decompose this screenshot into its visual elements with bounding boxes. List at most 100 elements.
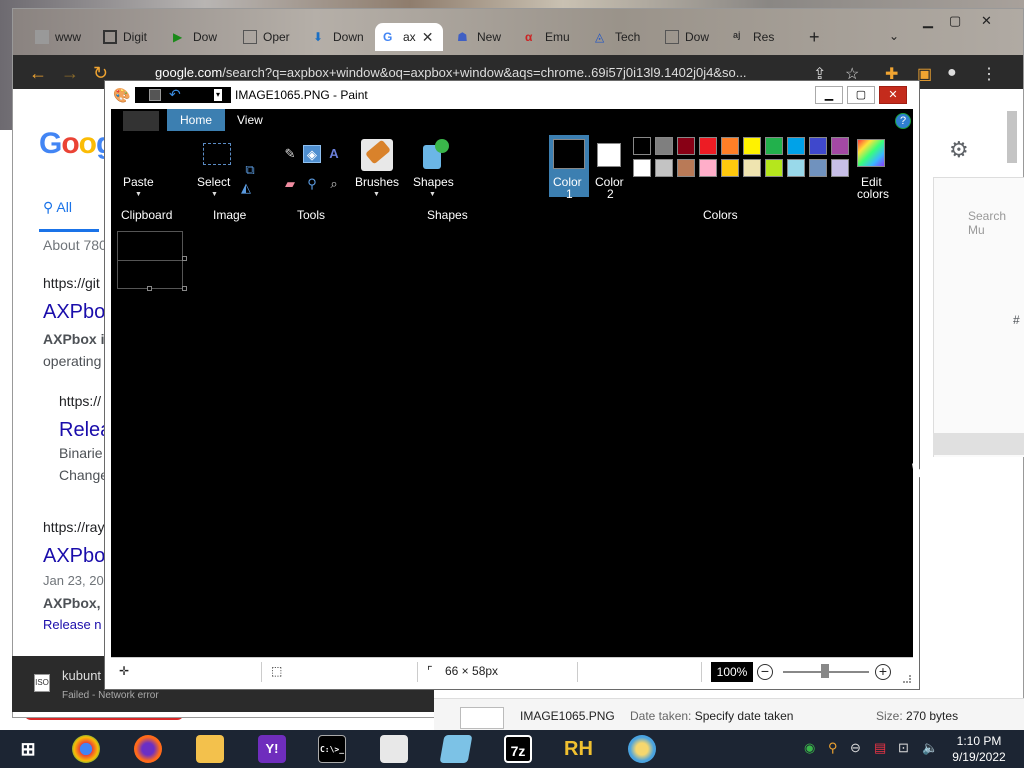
palette-swatch[interactable] bbox=[677, 159, 695, 177]
profile-icon[interactable]: ● bbox=[947, 64, 957, 82]
close-window-icon[interactable]: ✕ bbox=[981, 13, 992, 29]
tab-9[interactable]: ◬ Tech bbox=[587, 23, 648, 51]
palette-swatch[interactable] bbox=[831, 159, 849, 177]
paste-button[interactable]: Paste bbox=[123, 175, 154, 189]
magnifier-icon[interactable]: ⌕ bbox=[325, 175, 343, 193]
resize-handle[interactable] bbox=[182, 256, 187, 261]
shapes-button[interactable]: Shapes bbox=[413, 175, 454, 189]
minus-circle-icon[interactable]: ⊖ bbox=[850, 740, 861, 756]
tab-active[interactable]: Gax ✕ bbox=[375, 23, 443, 51]
tab-1[interactable]: www bbox=[27, 23, 89, 51]
help-icon[interactable]: ? bbox=[895, 113, 911, 129]
file-menu-button[interactable] bbox=[123, 111, 159, 131]
download-filename[interactable]: kubunt bbox=[62, 668, 101, 683]
fill-icon[interactable]: ◈ bbox=[303, 145, 321, 163]
eraser-icon[interactable]: ▰ bbox=[281, 175, 299, 193]
close-button[interactable]: ✕ bbox=[879, 86, 907, 104]
back-icon[interactable]: ← bbox=[29, 63, 47, 84]
minimize-icon[interactable]: ▁ bbox=[923, 13, 933, 29]
close-icon[interactable]: ✕ bbox=[422, 29, 434, 46]
resize-grip[interactable] bbox=[903, 675, 911, 683]
result-title[interactable]: AXPbo bbox=[43, 545, 105, 568]
text-icon[interactable]: A bbox=[325, 145, 343, 163]
brushes-button[interactable]: Brushes bbox=[355, 175, 399, 189]
palette-swatch[interactable] bbox=[743, 159, 761, 177]
palette-swatch[interactable] bbox=[699, 137, 717, 155]
menu-icon[interactable]: ⋮ bbox=[981, 64, 997, 84]
maximize-icon[interactable]: ▢ bbox=[949, 13, 961, 29]
pdf-icon[interactable]: ▤ bbox=[874, 740, 886, 756]
new-tab-icon[interactable]: + bbox=[809, 27, 820, 48]
palette-swatch[interactable] bbox=[677, 137, 695, 155]
palette-swatch[interactable] bbox=[743, 137, 761, 155]
sevenzip-icon[interactable]: 7z bbox=[504, 735, 532, 763]
volume-icon[interactable]: 🔈 bbox=[922, 740, 938, 756]
canvas-area[interactable] bbox=[111, 231, 913, 657]
palette-swatch[interactable] bbox=[787, 159, 805, 177]
cmd-icon[interactable]: C:\>_ bbox=[318, 735, 346, 763]
select-icon[interactable] bbox=[203, 143, 231, 165]
gear-icon[interactable]: ⚙ bbox=[949, 137, 969, 163]
palette-swatch[interactable] bbox=[633, 159, 651, 177]
result-sublink[interactable]: Release n bbox=[43, 617, 102, 632]
windows-start-icon[interactable]: ⊞ bbox=[14, 735, 42, 763]
pencil-icon[interactable]: ✎ bbox=[281, 145, 299, 163]
palette-swatch[interactable] bbox=[809, 137, 827, 155]
customize-quick-access-icon[interactable]: ▾ bbox=[213, 88, 223, 102]
palette-swatch[interactable] bbox=[655, 137, 673, 155]
search-tray-icon[interactable]: ⚲ bbox=[828, 740, 838, 756]
chevron-down-icon[interactable]: ▼ bbox=[211, 191, 218, 198]
network-globe-icon[interactable]: ◉ bbox=[804, 740, 815, 756]
color2-button[interactable] bbox=[597, 143, 621, 167]
palette-swatch[interactable] bbox=[765, 159, 783, 177]
save-icon[interactable] bbox=[149, 89, 161, 101]
tab-10[interactable]: Dow bbox=[657, 23, 717, 51]
editor-icon[interactable] bbox=[439, 735, 473, 763]
chrome-icon[interactable] bbox=[72, 735, 100, 763]
result-url[interactable]: https://git bbox=[43, 275, 100, 291]
edit-colors-icon[interactable] bbox=[857, 139, 885, 167]
palette-swatch[interactable] bbox=[787, 137, 805, 155]
palette-swatch[interactable] bbox=[721, 137, 739, 155]
resource-hacker-icon[interactable]: RH bbox=[564, 735, 593, 763]
chevron-down-icon[interactable]: ▼ bbox=[373, 191, 380, 198]
paint-taskbar-icon[interactable] bbox=[628, 735, 656, 763]
tab-4[interactable]: Oper bbox=[235, 23, 298, 51]
google-logo[interactable]: Goog bbox=[39, 127, 114, 161]
minimize-button[interactable]: ▁ bbox=[815, 86, 843, 104]
sitelink-url[interactable]: https:// bbox=[59, 393, 101, 409]
palette-swatch[interactable] bbox=[809, 159, 827, 177]
paint-app-icon[interactable]: 🎨 bbox=[113, 87, 130, 104]
image-canvas[interactable] bbox=[117, 231, 184, 289]
chevron-down-icon[interactable]: ▼ bbox=[135, 191, 142, 198]
color-picker-icon[interactable]: ⚲ bbox=[303, 175, 321, 193]
undo-icon[interactable]: ↶ bbox=[169, 86, 181, 103]
network-icon[interactable]: ⊡ bbox=[898, 740, 909, 756]
tab-3[interactable]: ▶ Dow bbox=[165, 23, 225, 51]
tab-home[interactable]: Home bbox=[167, 109, 225, 131]
notepad-icon[interactable] bbox=[380, 735, 408, 763]
tab-7[interactable]: ☗ New bbox=[449, 23, 509, 51]
scrollbar-thumb[interactable] bbox=[1007, 111, 1017, 163]
crop-icon[interactable]: ⧉ bbox=[241, 161, 259, 179]
edit-colors-label-2[interactable]: colors bbox=[857, 187, 889, 201]
forward-icon[interactable]: → bbox=[61, 63, 79, 84]
yahoo-icon[interactable]: Y! bbox=[258, 735, 286, 763]
tab-8[interactable]: α Emu bbox=[517, 23, 578, 51]
zoom-in-icon[interactable]: + bbox=[875, 664, 891, 680]
result-url[interactable]: https://ray bbox=[43, 519, 104, 535]
firefox-icon[interactable] bbox=[134, 735, 162, 763]
tab-2[interactable]: Digit bbox=[95, 23, 155, 51]
palette-swatch[interactable] bbox=[655, 159, 673, 177]
tab-view[interactable]: View bbox=[237, 109, 263, 131]
zoom-slider-thumb[interactable] bbox=[821, 664, 829, 678]
chevron-down-icon[interactable]: ▼ bbox=[429, 191, 436, 198]
palette-swatch[interactable] bbox=[699, 159, 717, 177]
system-clock[interactable]: 1:10 PM 9/19/2022 bbox=[946, 733, 1012, 765]
shapes-icon[interactable] bbox=[419, 139, 449, 171]
chevron-down-icon[interactable]: ⌄ bbox=[889, 29, 899, 43]
tab-11[interactable]: aj Res bbox=[725, 23, 782, 51]
date-taken-value[interactable]: Specify date taken bbox=[695, 709, 794, 723]
brushes-icon[interactable] bbox=[361, 139, 393, 171]
zoom-out-icon[interactable]: − bbox=[757, 664, 773, 680]
